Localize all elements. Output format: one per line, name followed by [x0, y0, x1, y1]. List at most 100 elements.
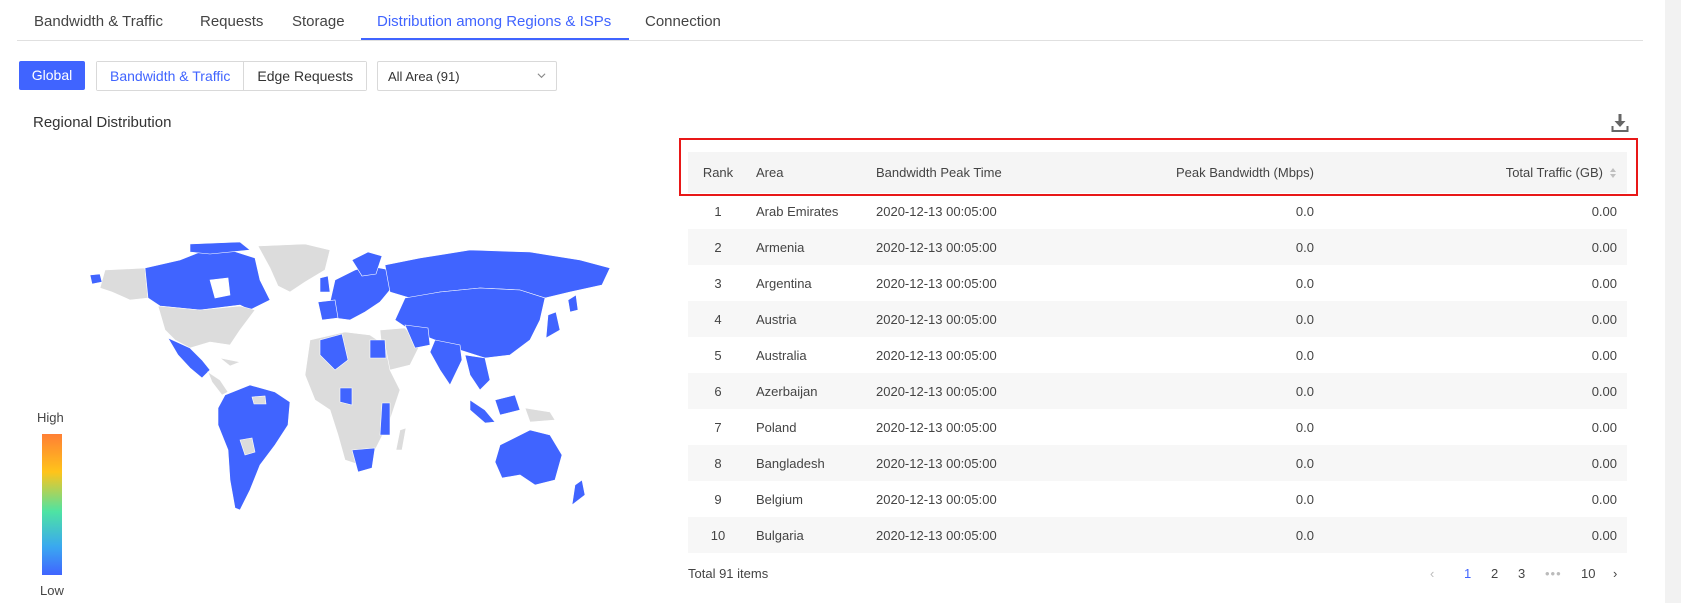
region-central-america	[207, 371, 229, 396]
legend-gradient-bar	[42, 434, 62, 575]
cell-total-traffic: 0.00	[1591, 203, 1617, 219]
region-table: Rank Area Bandwidth Peak Time Peak Bandw…	[688, 152, 1627, 553]
cell-total-traffic: 0.00	[1591, 311, 1617, 327]
cell-rank: 9	[714, 491, 722, 507]
cell-total-traffic: 0.00	[1591, 347, 1617, 363]
cell-peak-time: 2020-12-13 00:05:00	[876, 383, 997, 399]
total-items-label: Total 91 items	[688, 566, 769, 581]
cell-rank: 5	[714, 347, 722, 363]
tab-connection[interactable]: Connection	[645, 13, 721, 30]
cell-peak-time: 2020-12-13 00:05:00	[876, 275, 997, 291]
region-canada-islands	[189, 241, 251, 255]
metric-segmented-control: Bandwidth & Traffic Edge Requests	[96, 61, 368, 91]
column-header-total-traffic-label: Total Traffic (GB)	[1505, 165, 1603, 180]
tab-storage[interactable]: Storage	[292, 13, 345, 30]
page-2-button[interactable]: 2	[1491, 566, 1498, 581]
global-button[interactable]: Global	[19, 61, 85, 90]
cell-rank: 4	[714, 311, 722, 327]
tab-distribution-regions-isps[interactable]: Distribution among Regions & ISPs	[377, 13, 611, 30]
region-new-zealand	[571, 479, 586, 506]
cell-peak-bandwidth: 0.0	[1295, 239, 1314, 255]
column-header-total-traffic[interactable]: Total Traffic (GB)	[1506, 152, 1617, 193]
prev-page-button[interactable]: ‹	[1430, 566, 1434, 581]
column-header-area: Area	[756, 165, 784, 180]
cell-area: Bangladesh	[756, 455, 825, 471]
cell-peak-bandwidth: 0.0	[1295, 203, 1314, 219]
segment-bandwidth-traffic[interactable]: Bandwidth & Traffic	[97, 62, 244, 90]
cell-rank: 3	[714, 275, 722, 291]
page-3-button[interactable]: 3	[1518, 566, 1525, 581]
cell-area: Austria	[756, 311, 797, 327]
cell-area: Azerbaijan	[756, 383, 818, 399]
cell-rank: 6	[714, 383, 722, 399]
cell-area: Poland	[756, 419, 797, 435]
cell-peak-bandwidth: 0.0	[1295, 383, 1314, 399]
region-europe	[329, 265, 391, 321]
more-pages-ellipsis[interactable]: •••	[1545, 566, 1562, 581]
region-uk	[319, 275, 331, 293]
cell-peak-time: 2020-12-13 00:05:00	[876, 239, 997, 255]
table-row: 1 Arab Emirates 2020-12-13 00:05:00 0.0 0.00	[688, 193, 1627, 229]
region-east-africa	[379, 402, 391, 436]
sort-icon[interactable]	[1609, 167, 1617, 179]
cell-area: Armenia	[756, 239, 805, 255]
cell-total-traffic: 0.00	[1591, 491, 1617, 507]
cell-peak-bandwidth: 0.0	[1295, 455, 1314, 471]
region-alaska	[99, 267, 149, 301]
cell-peak-time: 2020-12-13 00:05:00	[876, 347, 997, 363]
tab-bar: Bandwidth & Traffic Requests Storage Dis…	[17, 0, 1643, 41]
area-select[interactable]: All Area (91)	[377, 61, 557, 91]
cell-rank: 8	[714, 455, 722, 471]
cell-area: Bulgaria	[756, 527, 804, 543]
cell-peak-bandwidth: 0.0	[1295, 347, 1314, 363]
world-map	[90, 241, 611, 511]
tab-bandwidth-traffic[interactable]: Bandwidth & Traffic	[34, 13, 163, 30]
area-select-value: All Area (91)	[388, 69, 460, 84]
region-india	[429, 339, 463, 386]
segment-edge-requests[interactable]: Edge Requests	[243, 62, 367, 90]
cell-area: Australia	[756, 347, 807, 363]
region-australia	[494, 429, 563, 486]
table-row: 10 Bulgaria 2020-12-13 00:05:00 0.0 0.00	[688, 517, 1627, 553]
region-egypt	[369, 339, 387, 359]
page-1-button[interactable]: 1	[1464, 566, 1471, 581]
cell-total-traffic: 0.00	[1591, 527, 1617, 543]
table-header: Rank Area Bandwidth Peak Time Peak Bandw…	[688, 152, 1627, 193]
active-tab-indicator	[361, 38, 629, 40]
download-icon[interactable]	[1611, 113, 1629, 133]
next-page-button[interactable]: ›	[1613, 566, 1617, 581]
page: Bandwidth & Traffic Requests Storage Dis…	[0, 0, 1665, 603]
region-japan	[545, 311, 561, 339]
table-body: 1 Arab Emirates 2020-12-13 00:05:00 0.0 0.00…	[688, 193, 1627, 553]
table-row: 3 Argentina 2020-12-13 00:05:00 0.0 0.00	[688, 265, 1627, 301]
tab-requests[interactable]: Requests	[200, 13, 263, 30]
cell-peak-time: 2020-12-13 00:05:00	[876, 311, 997, 327]
column-header-peak-bandwidth: Peak Bandwidth (Mbps)	[1175, 165, 1314, 180]
cell-peak-time: 2020-12-13 00:05:00	[876, 455, 997, 471]
region-greenland	[257, 243, 331, 293]
region-se-asia	[464, 354, 491, 391]
chevron-down-icon	[537, 73, 546, 79]
legend-low-label: Low	[40, 583, 64, 598]
cell-peak-bandwidth: 0.0	[1295, 275, 1314, 291]
cell-total-traffic: 0.00	[1591, 419, 1617, 435]
cell-rank: 1	[714, 203, 722, 219]
cell-total-traffic: 0.00	[1591, 383, 1617, 399]
table-row: 2 Armenia 2020-12-13 00:05:00 0.0 0.00	[688, 229, 1627, 265]
region-alaska-tip	[90, 273, 103, 285]
table-row: 9 Belgium 2020-12-13 00:05:00 0.0 0.00	[688, 481, 1627, 517]
cell-peak-time: 2020-12-13 00:05:00	[876, 203, 997, 219]
cell-peak-bandwidth: 0.0	[1295, 527, 1314, 543]
section-title: Regional Distribution	[33, 114, 172, 131]
column-header-rank: Rank	[702, 165, 734, 180]
cell-area: Arab Emirates	[756, 203, 839, 219]
region-iberia	[317, 299, 339, 321]
cell-total-traffic: 0.00	[1591, 239, 1617, 255]
table-row: 6 Azerbaijan 2020-12-13 00:05:00 0.0 0.00	[688, 373, 1627, 409]
cell-area: Argentina	[756, 275, 812, 291]
page-10-button[interactable]: 10	[1581, 566, 1595, 581]
table-row: 4 Austria 2020-12-13 00:05:00 0.0 0.00	[688, 301, 1627, 337]
table-row: 7 Poland 2020-12-13 00:05:00 0.0 0.00	[688, 409, 1627, 445]
region-canada	[144, 249, 271, 311]
cell-peak-bandwidth: 0.0	[1295, 491, 1314, 507]
